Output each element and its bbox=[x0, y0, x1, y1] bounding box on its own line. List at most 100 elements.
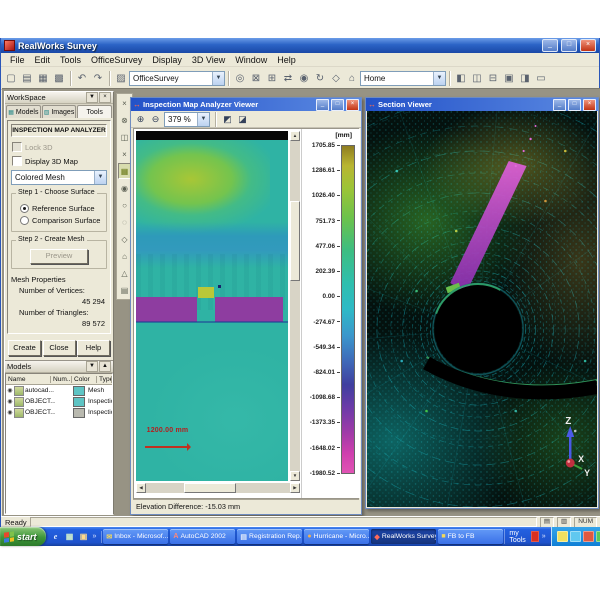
network-icon[interactable] bbox=[570, 531, 581, 542]
zoom-in-icon[interactable]: ⊕ bbox=[134, 113, 147, 126]
tile-horizontal-icon[interactable]: ◫ bbox=[469, 70, 485, 86]
lock-3d-checkbox[interactable]: Lock 3D bbox=[12, 142, 106, 152]
redo-icon[interactable]: ↷ bbox=[90, 70, 106, 86]
show-desktop-icon[interactable]: ▦ bbox=[64, 531, 76, 543]
task-realworks-survey[interactable]: ◆ RealWorks Survey bbox=[371, 529, 436, 544]
inspection-map-canvas[interactable]: 1200.00 mm bbox=[136, 131, 288, 481]
scroll-right-icon[interactable]: ▶ bbox=[290, 483, 300, 493]
tab-images[interactable]: ▧ Images bbox=[42, 105, 77, 118]
close-icon[interactable]: × bbox=[99, 92, 111, 103]
menu-tools[interactable]: Tools bbox=[55, 55, 86, 65]
horizontal-scrollbar[interactable]: ◀ ▶ bbox=[136, 483, 300, 493]
task-autocad[interactable]: A AutoCAD 2002 bbox=[170, 529, 235, 544]
task-registration-report[interactable]: ▤ Registration Rep... bbox=[237, 529, 302, 544]
open-icon[interactable]: ▤ bbox=[19, 70, 35, 86]
collapse-icon[interactable]: ▼ bbox=[86, 92, 98, 103]
view-combo[interactable]: Home ▼ bbox=[360, 71, 446, 86]
table-row[interactable]: ◉ OBJECT... Inspectio... bbox=[6, 407, 112, 418]
undo-icon[interactable]: ↶ bbox=[74, 70, 90, 86]
menu-3dview[interactable]: 3D View bbox=[187, 55, 230, 65]
checkbox-icon[interactable] bbox=[12, 156, 22, 166]
save-icon[interactable]: ▦ bbox=[35, 70, 51, 86]
sampling-icon[interactable]: ⊞ bbox=[264, 70, 280, 86]
color-swatch[interactable] bbox=[73, 397, 85, 407]
close-icon[interactable]: × bbox=[346, 99, 359, 111]
scale-options-icon[interactable]: ◪ bbox=[236, 113, 249, 126]
mytools-toolbar[interactable]: my Tools » bbox=[504, 529, 550, 544]
scroll-up-icon[interactable]: ▲ bbox=[290, 131, 300, 141]
minimize-icon[interactable]: _ bbox=[542, 39, 558, 52]
menu-help[interactable]: Help bbox=[272, 55, 301, 65]
menu-officesurvey[interactable]: OfficeSurvey bbox=[86, 55, 147, 65]
eye-icon[interactable]: ◉ bbox=[6, 398, 14, 405]
create-button[interactable]: Create bbox=[8, 340, 41, 356]
map-viewer-title-bar[interactable]: ↔ Inspection Map Analyzer Viewer _ □ × bbox=[131, 98, 361, 111]
mesh-type-combo[interactable]: Colored Mesh ▼ bbox=[11, 170, 107, 185]
start-button[interactable]: start bbox=[0, 527, 46, 546]
print-icon[interactable]: ▩ bbox=[51, 70, 67, 86]
menu-window[interactable]: Window bbox=[230, 55, 272, 65]
refresh-icon[interactable]: ↻ bbox=[312, 70, 328, 86]
update-icon[interactable] bbox=[596, 531, 600, 542]
minimize-icon[interactable]: _ bbox=[316, 99, 329, 111]
cascade-icon[interactable]: ◧ bbox=[453, 70, 469, 86]
close-button[interactable]: Close bbox=[43, 340, 76, 356]
pin-icon[interactable]: ▲ bbox=[99, 361, 111, 372]
home-tool-icon[interactable]: ⌂ bbox=[344, 70, 360, 86]
segmentation-icon[interactable]: ⊠ bbox=[248, 70, 264, 86]
eye-icon[interactable]: ◉ bbox=[6, 409, 14, 416]
comparison-surface-radio[interactable]: Comparison Surface bbox=[20, 216, 103, 225]
new-icon[interactable]: ▢ bbox=[3, 70, 19, 86]
task-folder[interactable]: ■ FB to FB bbox=[438, 529, 503, 544]
chevron-down-icon[interactable]: ▼ bbox=[197, 113, 209, 126]
menu-display[interactable]: Display bbox=[147, 55, 187, 65]
color-swatch[interactable] bbox=[73, 408, 85, 418]
zoom-level-combo[interactable]: 379 % ▼ bbox=[164, 112, 210, 127]
maximize-icon[interactable]: □ bbox=[568, 99, 581, 111]
ie-icon[interactable]: e bbox=[50, 531, 62, 543]
color-swatch[interactable] bbox=[73, 386, 85, 396]
table-row[interactable]: ◉ autocad... Mesh bbox=[6, 385, 112, 396]
eye-icon[interactable]: ◉ bbox=[6, 387, 14, 394]
split-icon[interactable]: ◨ bbox=[517, 70, 533, 86]
radio-icon[interactable] bbox=[20, 216, 29, 225]
section-viewer-title-bar[interactable]: ↔ Section Viewer _ □ × bbox=[366, 98, 598, 111]
minimize-icon[interactable]: _ bbox=[553, 99, 566, 111]
scrollbar-thumb[interactable] bbox=[184, 483, 236, 493]
menu-edit[interactable]: Edit bbox=[30, 55, 56, 65]
maximize-icon[interactable]: □ bbox=[561, 39, 577, 52]
arrange-icon[interactable]: ▭ bbox=[533, 70, 549, 86]
volume-icon[interactable] bbox=[557, 531, 568, 542]
menu-file[interactable]: File bbox=[5, 55, 30, 65]
chevron-down-icon[interactable]: ▼ bbox=[212, 72, 224, 85]
vertical-scrollbar[interactable]: ▲ ▼ bbox=[290, 131, 300, 481]
flatten-view-icon[interactable]: ◩ bbox=[221, 113, 234, 126]
reference-surface-radio[interactable]: Reference Surface bbox=[20, 204, 103, 213]
antivirus-icon[interactable] bbox=[583, 531, 594, 542]
chevron-down-icon[interactable]: ▼ bbox=[433, 72, 445, 85]
task-hurricane[interactable]: ● Hurricane - Micro... bbox=[304, 529, 369, 544]
preview-button[interactable]: Preview bbox=[30, 249, 88, 264]
help-button[interactable]: Help bbox=[77, 340, 110, 356]
tab-tools[interactable]: Tools bbox=[77, 105, 112, 118]
tab-models[interactable]: ▦ Models bbox=[6, 105, 41, 118]
display-3d-map-checkbox[interactable]: Display 3D Map bbox=[12, 156, 106, 166]
overflow-chevron-icon[interactable]: » bbox=[92, 533, 98, 540]
scrollbar-thumb[interactable] bbox=[290, 201, 300, 281]
mode-combo[interactable]: OfficeSurvey ▼ bbox=[129, 71, 225, 86]
close-icon[interactable]: × bbox=[580, 39, 596, 52]
zoom-out-icon[interactable]: ⊖ bbox=[149, 113, 162, 126]
title-bar[interactable]: RealWorks Survey _ □ × bbox=[1, 38, 599, 53]
new-window-icon[interactable]: ▣ bbox=[501, 70, 517, 86]
collapse-icon[interactable]: ▼ bbox=[86, 361, 98, 372]
tile-vertical-icon[interactable]: ⊟ bbox=[485, 70, 501, 86]
workspace-icon[interactable]: ▨ bbox=[113, 70, 129, 86]
annotation-icon[interactable]: ◉ bbox=[296, 70, 312, 86]
checkbox-icon[interactable] bbox=[12, 142, 22, 152]
chevron-down-icon[interactable]: ▼ bbox=[94, 171, 106, 184]
scroll-left-icon[interactable]: ◀ bbox=[136, 483, 146, 493]
scroll-down-icon[interactable]: ▼ bbox=[290, 471, 300, 481]
section-canvas[interactable]: Z X Y bbox=[367, 111, 597, 507]
pick-icon[interactable]: ◇ bbox=[328, 70, 344, 86]
task-inbox[interactable]: ✉ Inbox - Microsof... bbox=[103, 529, 168, 544]
